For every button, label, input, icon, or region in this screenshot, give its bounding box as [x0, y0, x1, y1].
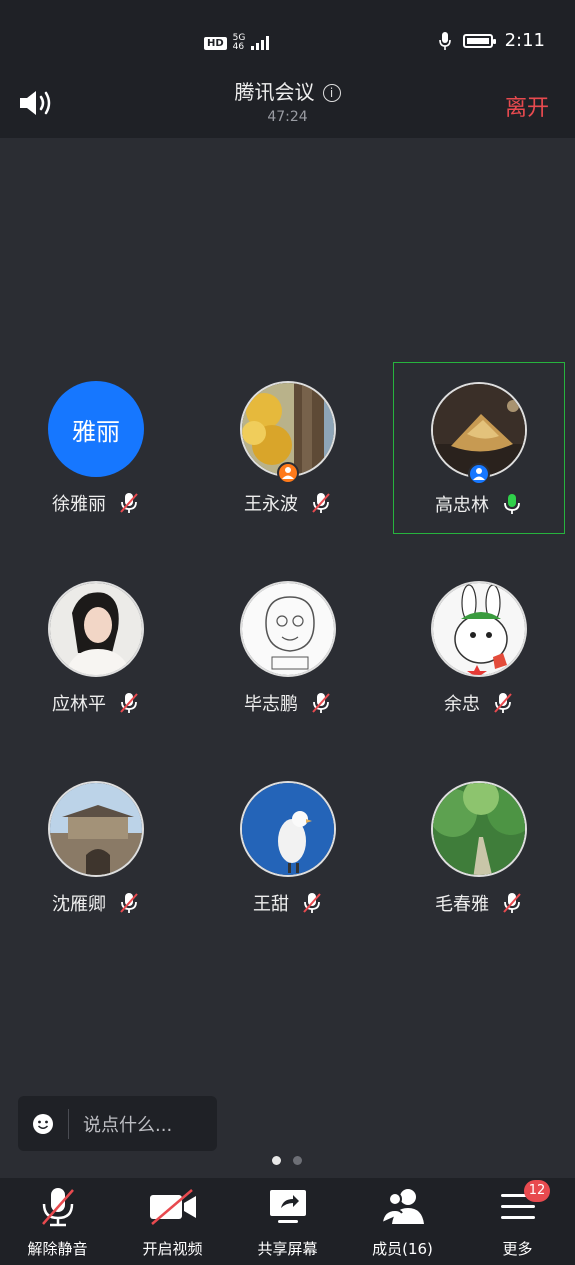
mic-muted-icon — [312, 693, 330, 713]
meeting-title: 腾讯会议 — [234, 80, 315, 104]
share-screen-button[interactable]: 共享屏幕 — [230, 1178, 345, 1265]
start-video-button[interactable]: 开启视频 — [115, 1178, 230, 1265]
leave-button[interactable]: 离开 — [505, 90, 549, 122]
camera-off-icon — [149, 1189, 196, 1225]
network-type: 5G 46 — [232, 33, 246, 52]
participant-tile[interactable]: 雅丽 徐雅丽 — [10, 362, 182, 534]
mic-status-icon — [438, 31, 451, 50]
participant-name: 毕志鹏 — [244, 694, 298, 715]
toolbar-label: 解除静音 — [27, 1240, 88, 1258]
cohost-badge-icon — [468, 463, 490, 485]
participant-name: 高忠林 — [435, 495, 489, 516]
participant-tile[interactable]: 王甜 — [202, 762, 374, 934]
mic-muted-icon — [303, 893, 321, 913]
participant-tile-active[interactable]: 高忠林 — [393, 362, 565, 534]
signal-icon — [251, 36, 270, 50]
mic-muted-icon — [312, 493, 330, 513]
participant-name: 徐雅丽 — [52, 494, 106, 515]
hd-badge: HD — [204, 36, 227, 50]
mic-active-icon — [504, 494, 520, 514]
toolbar-label: 更多 — [502, 1240, 533, 1258]
participant-tile[interactable]: 沈雁卿 — [10, 762, 182, 934]
info-icon[interactable]: i — [322, 84, 341, 102]
participant-name: 王永波 — [244, 494, 298, 515]
participant-tile[interactable]: 王永波 — [202, 362, 374, 534]
participant-tile[interactable]: 应林平 — [10, 562, 182, 734]
mic-muted-icon — [120, 493, 138, 513]
mic-muted-icon — [41, 1188, 74, 1227]
members-button[interactable]: 成员(16) — [345, 1178, 460, 1265]
meeting-title-row[interactable]: 腾讯会议 i — [0, 76, 575, 105]
chat-input[interactable]: 说点什么... — [18, 1096, 217, 1151]
mic-muted-icon — [494, 693, 512, 713]
avatar — [240, 581, 336, 677]
avatar — [48, 581, 144, 677]
participant-tile[interactable]: 余忠 — [393, 562, 565, 734]
toolbar-label: 成员(16) — [372, 1240, 433, 1258]
participant-tile[interactable]: 毛春雅 — [393, 762, 565, 934]
unmute-button[interactable]: 解除静音 — [0, 1178, 115, 1265]
host-badge-icon — [277, 462, 299, 484]
participant-tile[interactable]: 毕志鹏 — [202, 562, 374, 734]
mic-muted-icon — [120, 693, 138, 713]
clock: 2:11 — [504, 30, 545, 51]
participant-name: 毛春雅 — [435, 894, 489, 915]
bottom-toolbar: 解除静音 开启视频 共享屏幕 成员(16) 更多 — [0, 1178, 575, 1265]
avatar — [48, 781, 144, 877]
chat-placeholder: 说点什么... — [83, 1114, 173, 1136]
avatar — [431, 781, 527, 877]
avatar — [431, 581, 527, 677]
page-indicator — [272, 1156, 302, 1165]
status-bar: HD 5G 46 2:11 — [0, 0, 575, 70]
meeting-timer: 47:24 — [267, 109, 308, 125]
toolbar-label: 共享屏幕 — [257, 1240, 318, 1258]
page-dot[interactable] — [293, 1156, 302, 1165]
avatar: 雅丽 — [48, 381, 144, 477]
avatar — [240, 781, 336, 877]
battery-icon — [462, 33, 496, 48]
share-screen-icon — [269, 1190, 306, 1223]
toolbar-label: 开启视频 — [142, 1240, 203, 1258]
mic-muted-icon — [503, 893, 521, 913]
participant-name: 王甜 — [253, 894, 289, 915]
participant-name: 沈雁卿 — [52, 894, 106, 915]
participant-name: 应林平 — [52, 694, 106, 715]
more-notification-badge: 12 — [524, 1180, 550, 1202]
meeting-header: 腾讯会议 i 47:24 离开 — [0, 70, 575, 138]
divider — [68, 1108, 69, 1139]
more-button[interactable]: 更多 — [460, 1178, 575, 1265]
members-icon — [380, 1189, 424, 1224]
mic-muted-icon — [120, 893, 138, 913]
participant-name: 余忠 — [444, 694, 480, 715]
emoji-icon[interactable] — [32, 1113, 54, 1135]
page-dot-active[interactable] — [272, 1156, 281, 1165]
